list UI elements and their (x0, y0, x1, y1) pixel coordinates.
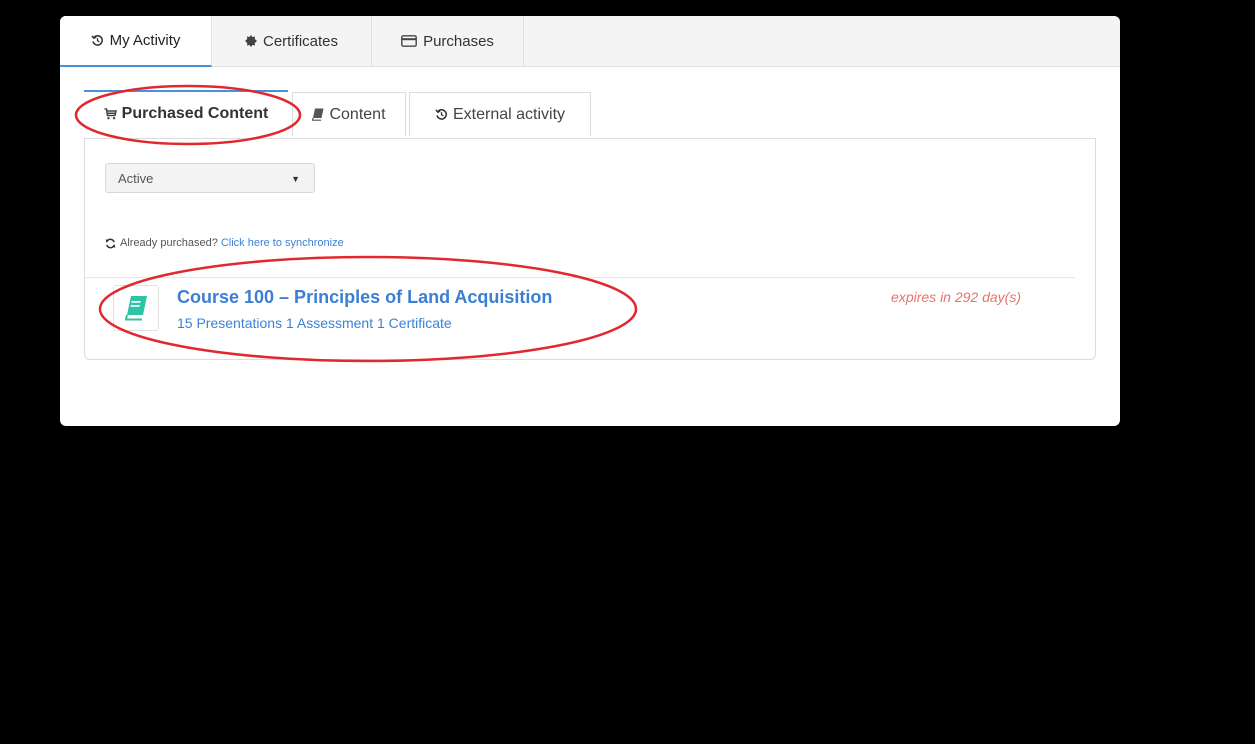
status-filter-select[interactable]: Active ▼ (105, 163, 315, 193)
sync-prompt: Already purchased? (120, 237, 218, 249)
course-book-icon (113, 285, 159, 331)
tab-purchases-label: Purchases (423, 32, 494, 50)
tab-external-activity-label: External activity (452, 105, 566, 123)
refresh-icon (105, 238, 116, 249)
credit-card-icon (401, 35, 417, 47)
badge-icon (244, 35, 257, 47)
course-title-link[interactable]: Course 100 – Principles of Land Acquisit… (177, 287, 552, 308)
sync-row: Already purchased? Click here to synchro… (105, 237, 344, 249)
tab-purchases[interactable]: Purchases (372, 16, 524, 66)
synchronize-link[interactable]: Click here to synchronize (221, 237, 344, 249)
history-icon (90, 34, 104, 47)
caret-down-icon: ▼ (291, 174, 300, 184)
tab-purchased-content[interactable]: Purchased Content (84, 90, 288, 136)
divider (85, 277, 1075, 278)
purchased-content-panel: Active ▼ Already purchased? Click here t… (84, 138, 1096, 360)
tab-my-activity-label: My Activity (109, 32, 181, 49)
expiry-notice: expires in 292 day(s) (891, 289, 1021, 305)
tab-certificates-label: Certificates (262, 32, 339, 50)
sub-tab-bar: Purchased Content Content External activ… (84, 90, 1096, 138)
tab-my-activity[interactable]: My Activity (60, 16, 212, 67)
status-filter-value: Active (118, 170, 154, 186)
activity-card: My Activity Certificates Purchases Purch… (60, 16, 1120, 426)
tab-certificates[interactable]: Certificates (212, 16, 372, 66)
cart-icon (104, 108, 117, 120)
tab-external-activity[interactable]: External activity (409, 92, 591, 136)
top-tab-bar: My Activity Certificates Purchases (60, 16, 1120, 67)
history-icon (435, 108, 448, 121)
tab-content-label: Content (329, 105, 386, 123)
book-icon (312, 108, 324, 121)
tab-content[interactable]: Content (292, 92, 406, 136)
tab-purchased-content-label: Purchased Content (121, 105, 269, 122)
course-meta: 15 Presentations 1 Assessment 1 Certific… (177, 315, 452, 331)
